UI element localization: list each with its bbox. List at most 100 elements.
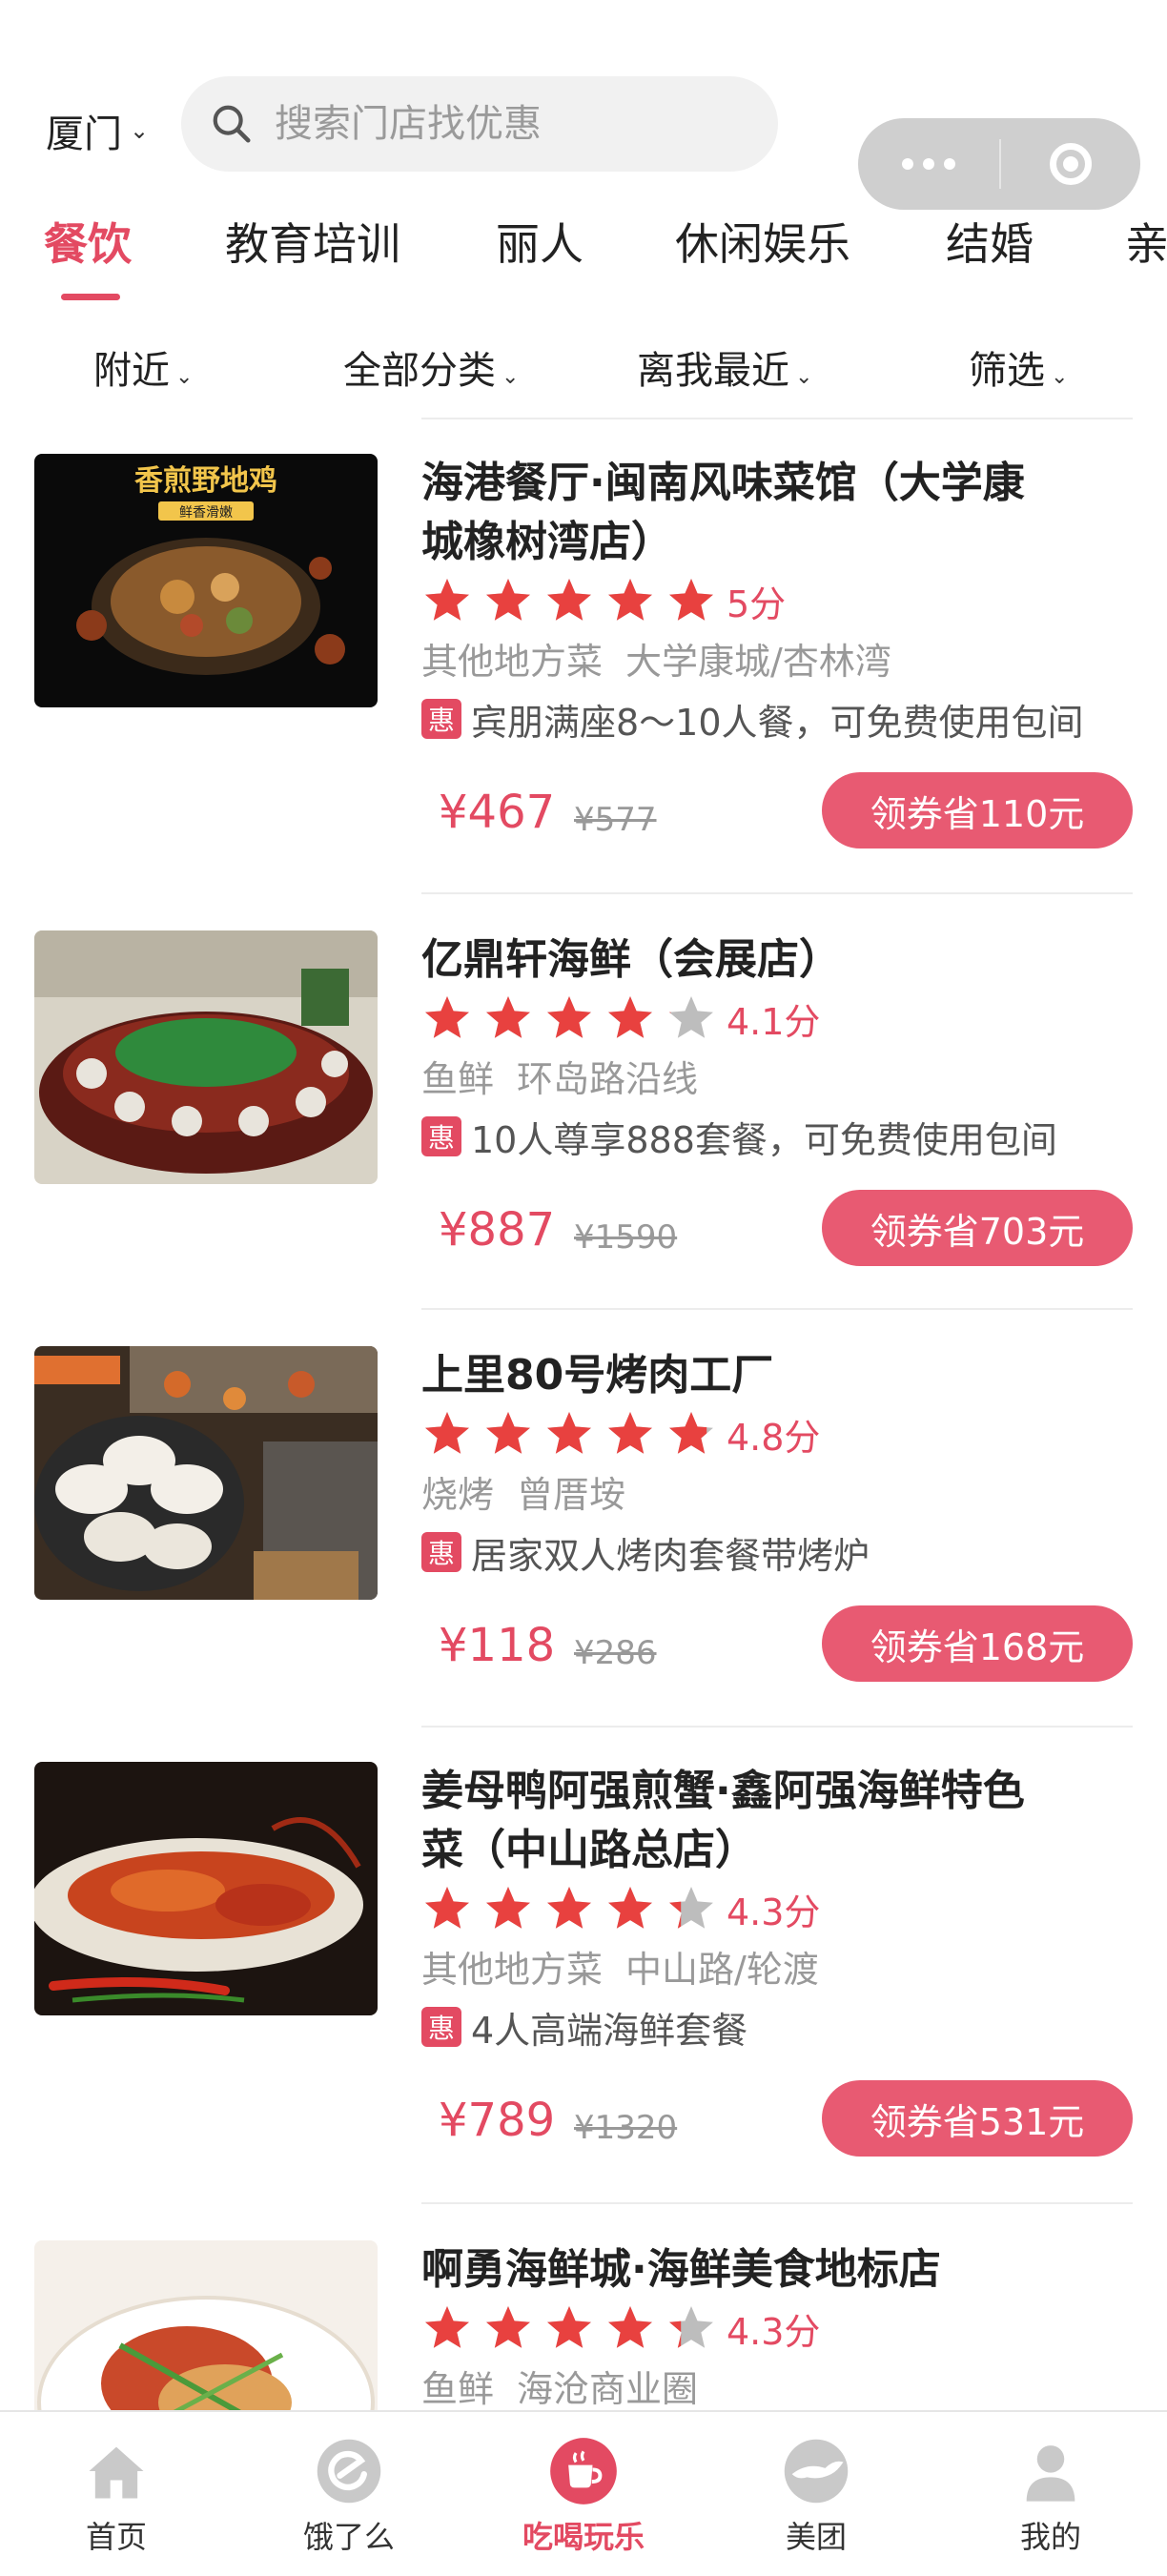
filter-nearby[interactable]: 附近 ⌄ [93,339,193,395]
promo-text: 居家双人烤肉套餐带烤炉 [471,1534,870,1577]
original-price: ¥577 [574,801,657,839]
tabbar-eleme[interactable]: 饿了么 [254,2435,444,2557]
name-line: 亿鼎轩海鲜（会展店） [421,935,841,984]
promo-row: 惠 居家双人烤肉套餐带烤炉 [421,1523,1133,1581]
tabbar-profile[interactable]: 我的 [955,2435,1146,2557]
star-full-icon [547,2306,591,2348]
restaurant-name: 海港餐厅·闽南风味菜馆（大学康 城橡树湾店） [421,454,1133,572]
tabbar-meituan[interactable]: 美团 [721,2435,911,2557]
claim-coupon-button[interactable]: 领券省703元 [822,1190,1133,1266]
chevron-down-icon: ⌄ [130,117,150,144]
tabbar-home[interactable]: 首页 [21,2435,212,2557]
card-divider [421,1308,1133,1310]
tabbar-food-fun[interactable]: 吃喝玩乐 [488,2435,679,2557]
bottom-tab-bar: 首页 饿了么 吃喝玩乐 美团 我的 [0,2410,1167,2576]
chevron-down-icon: ⌄ [795,365,813,389]
original-price: ¥1320 [574,2109,678,2147]
cuisine-label: 烧烤 [421,1474,495,1516]
deal-price: ¥467 [439,786,556,839]
card-divider [421,1726,1133,1728]
price-row: ¥118 ¥286 领券省168元 [421,1600,1133,1695]
star-full-icon [425,996,469,1038]
tab-leisure[interactable]: 休闲娱乐 [675,210,850,273]
star-full-icon [425,1412,469,1454]
city-label: 厦门 [46,112,122,156]
restaurant-name: 亿鼎轩海鲜（会展店） [421,930,1133,990]
tab-education[interactable]: 教育培训 [225,210,400,273]
cuisine-label: 鱼鲜 [421,2368,495,2410]
city-selector[interactable]: 厦门 ⌄ [46,103,149,158]
deal-price: ¥887 [439,1203,556,1257]
restaurant-meta: 鱼鲜 环岛路沿线 [421,1051,1133,1108]
restaurant-info: 亿鼎轩海鲜（会展店） 4.1分 鱼鲜 环岛路沿线 惠 10人尊享888套餐，可免费… [421,930,1133,1279]
chevron-down-icon: ⌄ [175,365,194,389]
top-header: 厦门 ⌄ [0,0,1167,210]
filter-category[interactable]: 全部分类 ⌄ [343,339,519,395]
rating-row: 4.3分 [421,1880,1133,1937]
search-icon [213,105,251,143]
star-full-icon [547,1412,591,1454]
area-label: 曾厝垵 [517,1474,626,1516]
search-bar[interactable] [181,76,778,172]
filter-divider [421,418,1133,419]
category-tabs: 餐饮 教育培训 丽人 休闲娱乐 结婚 亲 [0,200,1167,305]
restaurant-photo [34,1346,378,1600]
close-mini-program-button[interactable] [1001,143,1140,185]
restaurant-name: 姜母鸭阿强煎蟹·鑫阿强海鲜特色 菜（中山路总店） [421,1762,1133,1880]
filter-sort[interactable]: 离我最近 ⌄ [637,339,812,395]
price-row: ¥789 ¥1320 领券省531元 [421,2075,1133,2170]
home-icon [89,2446,144,2499]
cuisine-label: 其他地方菜 [421,641,604,683]
claim-coupon-button[interactable]: 领券省168元 [822,1605,1133,1682]
photo-caption: 香煎野地鸡 [134,464,277,498]
rating-row: 4.1分 [421,990,1133,1047]
star-full-icon [486,996,530,1038]
cuisine-label: 鱼鲜 [421,1058,495,1100]
card-divider [421,2202,1133,2204]
restaurant-info: 海港餐厅·闽南风味菜馆（大学康 城橡树湾店） 5分 其他地方菜 大学康城/杏林湾 … [421,454,1133,862]
star-full-icon [547,1887,591,1929]
filter-screen[interactable]: 筛选 ⌄ [969,339,1068,395]
search-input[interactable] [273,101,753,147]
star-full-icon [486,2306,530,2348]
promo-row: 惠 10人尊享888套餐，可免费使用包间 [421,1108,1133,1165]
tab-dining[interactable]: 餐饮 [44,210,132,273]
tab-wedding[interactable]: 结婚 [946,210,1034,273]
chevron-down-icon: ⌄ [502,365,520,389]
filter-label: 全部分类 [343,349,496,393]
claim-coupon-button[interactable]: 领券省531元 [822,2080,1133,2157]
name-line: 菜（中山路总店） [421,1826,757,1874]
area-label: 大学康城/杏林湾 [625,641,891,683]
star-full-icon [608,996,652,1038]
photo-subcaption: 鲜香滑嫩 [179,504,233,521]
area-label: 环岛路沿线 [517,1058,699,1100]
star-rating [421,992,717,1044]
deal-price: ¥118 [439,1619,556,1672]
eleme-icon [317,2439,381,2504]
more-options-button[interactable] [858,158,999,170]
rating-score: 4.3分 [727,2310,821,2353]
tab-beauty[interactable]: 丽人 [496,210,584,273]
star-rating [421,2302,717,2354]
star-half-icon [669,1412,713,1454]
restaurant-meta: 烧烤 曾厝垵 [421,1466,1133,1523]
rating-score: 4.1分 [727,1000,821,1043]
restaurant-info: 上里80号烤肉工厂 4.8分 烧烤 曾厝垵 惠 居家双人烤肉套餐带烤炉 ¥118 … [421,1346,1133,1695]
card-divider [421,892,1133,894]
name-line: 城橡树湾店） [421,518,673,566]
name-line: 海港餐厅·闽南风味菜馆（大学康 [421,459,1025,507]
name-line: 上里80号烤肉工厂 [421,1351,774,1400]
tabbar-label: 吃喝玩乐 [522,2519,645,2555]
tab-parenting[interactable]: 亲 [1125,210,1167,273]
restaurant-info: 啊勇海鲜城·海鲜美食地标店 4.3分 鱼鲜 海沧商业圈 [421,2240,1133,2418]
discount-badge-icon: 惠 [421,1116,461,1156]
star-full-icon [547,996,591,1038]
star-full-icon [486,1412,530,1454]
star-rating [421,575,717,626]
claim-coupon-button[interactable]: 领券省110元 [822,772,1133,848]
star-full-icon [608,1887,652,1929]
star-full-icon [486,1887,530,1929]
restaurant-meta: 其他地方菜 大学康城/杏林湾 [421,633,1133,690]
discount-badge-icon: 惠 [421,699,461,739]
coffee-cup-icon [550,2438,617,2504]
